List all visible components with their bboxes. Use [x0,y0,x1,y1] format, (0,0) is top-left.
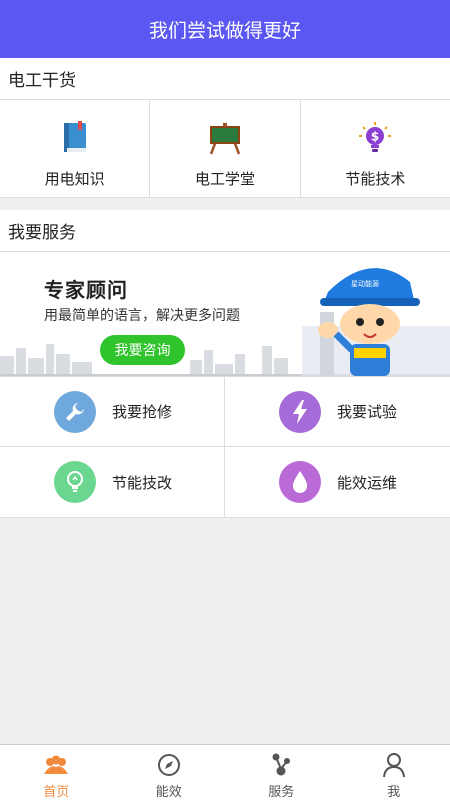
lightning-icon [279,390,321,433]
header-title: 我们尝试做得更好 [148,19,301,42]
tab-efficiency[interactable]: 能效 [113,745,226,800]
section-title-text: 电工干货 [8,71,76,91]
service-energy-ops[interactable]: 能效运维 [225,447,450,517]
tab-label: 服务 [268,785,295,800]
services-grid: 我要抢修 我要试验 节能技改 能效运维 [0,376,450,518]
tool-label: 节能技术 [345,170,406,188]
mascot-worker-image: 星动能源 [302,268,450,376]
section-title-text: 我要服务 [8,223,76,243]
service-repair[interactable]: 我要抢修 [0,377,225,447]
wrench-icon [54,390,96,433]
expert-consult-banner[interactable]: 星动能源 专家顾问 用最简单的语言，解决更多问题 我要咨询 [0,252,450,376]
book-icon [57,120,93,156]
svg-text:$: $ [371,130,379,144]
service-energy-retrofit[interactable]: 节能技改 [0,447,225,517]
consult-button[interactable]: 我要咨询 [100,335,185,365]
service-label: 我要抢修 [112,403,173,421]
tool-energy-saving-tech[interactable]: $ 节能技术 [301,100,450,197]
service-label: 我要试验 [337,403,398,421]
service-label: 能效运维 [337,473,398,492]
network-icon [266,751,296,778]
banner-subtitle: 用最简单的语言，解决更多问题 [44,308,240,324]
home-people-icon [41,751,71,778]
service-test[interactable]: 我要试验 [225,377,450,447]
tab-label: 能效 [155,785,182,800]
banner-title: 专家顾问 [44,278,128,302]
tab-home[interactable]: 首页 [0,745,113,800]
user-icon [379,751,409,778]
blackboard-icon [207,120,243,156]
tool-label: 电工学堂 [194,170,255,188]
lightbulb-icon [54,461,96,503]
bottom-tab-bar: 首页 能效 服务 我 [0,744,450,800]
service-label: 节能技改 [112,473,173,492]
tool-electricity-knowledge[interactable]: 用电知识 [0,100,151,197]
section-title-services: 我要服务 [0,210,450,252]
tab-label: 我 [387,785,401,800]
tab-service[interactable]: 服务 [225,745,338,800]
tools-grid: 用电知识 电工学堂 $ 节能技术 [0,100,450,198]
compass-icon [154,751,184,778]
tab-me[interactable]: 我 [338,745,450,800]
tool-electrician-school[interactable]: 电工学堂 [150,100,301,197]
drop-icon [279,461,321,503]
helmet-text: 星动能源 [351,279,379,288]
tab-label: 首页 [43,785,70,800]
section-title-dry-goods: 电工干货 [0,58,450,100]
lightbulb-dollar-icon: $ [357,120,393,156]
tool-label: 用电知识 [44,170,105,188]
app-header: 我们尝试做得更好 [0,0,450,58]
